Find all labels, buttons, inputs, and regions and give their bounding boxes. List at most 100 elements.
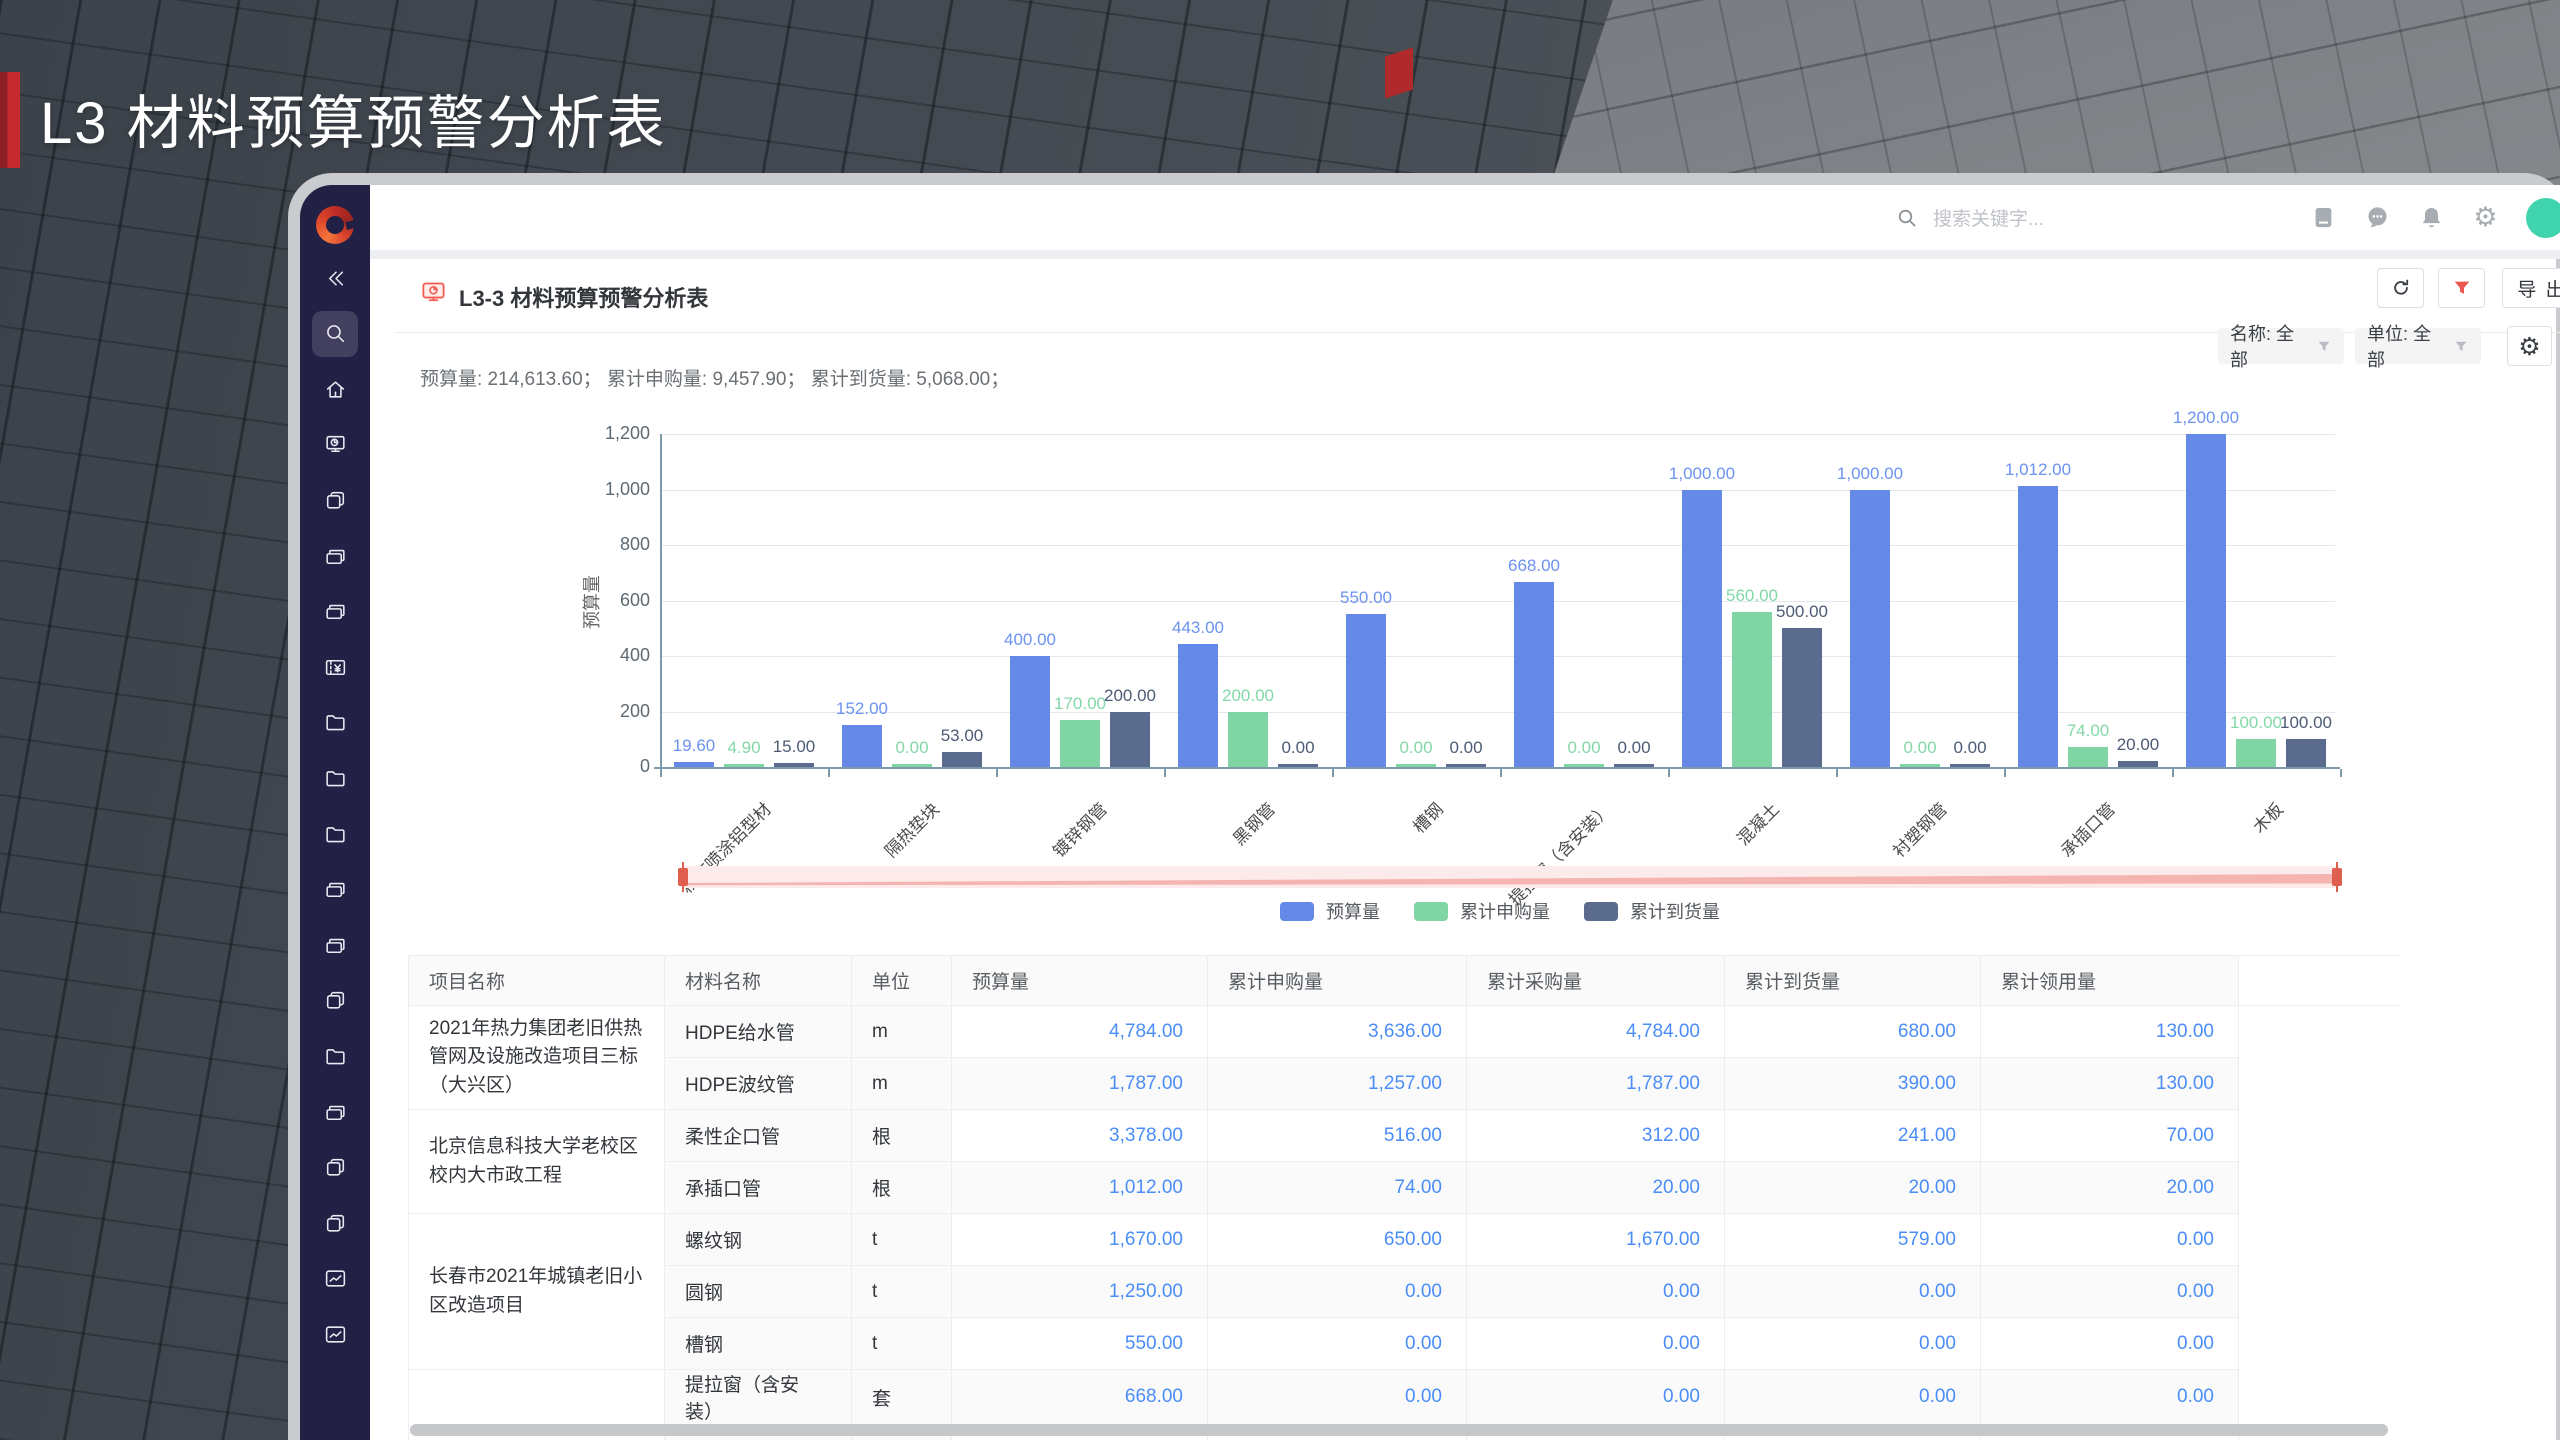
material-cell: HDPE波纹管	[664, 1057, 852, 1110]
book-button[interactable]	[2310, 204, 2337, 231]
filter-chip-unit[interactable]: 单位: 全部	[2355, 324, 2481, 370]
y-tick-label: 800	[619, 534, 650, 554]
sidebar-item-layers[interactable]	[312, 867, 358, 913]
material-cell: 提拉窗（含安装）	[664, 1369, 852, 1425]
chart-datazoom-slider[interactable]	[678, 862, 2342, 892]
column-header[interactable]: 预算量	[951, 955, 1208, 1006]
bar-累计到货量[interactable]	[1446, 764, 1486, 767]
filter-chip-name[interactable]: 名称: 全部	[2218, 324, 2344, 370]
bar-累计申购量[interactable]	[1396, 764, 1436, 767]
row-filler	[2238, 1057, 2400, 1110]
bar-累计到货量[interactable]	[2118, 761, 2158, 767]
global-search[interactable]: 搜索关键字...	[1895, 185, 2044, 250]
funnel-icon	[2455, 341, 2467, 351]
column-header[interactable]: 单位	[851, 955, 952, 1006]
sidebar-item-layers[interactable]	[312, 922, 358, 968]
bar-累计申购量[interactable]	[892, 764, 932, 767]
refresh-button[interactable]	[2377, 268, 2424, 308]
chat-button[interactable]	[2364, 204, 2391, 231]
bar-value-label: 1,000.00	[1836, 463, 1904, 483]
table-row: HDPE波纹管 m 1,787.00 1,257.00 1,787.00 390.00 13…	[409, 1057, 2400, 1110]
export-button[interactable]: 导 出	[2502, 268, 2560, 308]
bar-累计到货量[interactable]	[1950, 764, 1990, 767]
layers-icon	[325, 1105, 345, 1120]
column-header[interactable]: 材料名称	[664, 955, 852, 1006]
sidebar-item-dashboard[interactable]	[312, 422, 358, 468]
bar-累计申购量[interactable]	[1060, 719, 1100, 767]
unit-cell: m	[851, 1057, 952, 1110]
datazoom-right-handle[interactable]	[2332, 862, 2342, 892]
sidebar-item-ticket-yen[interactable]	[312, 644, 358, 690]
value-cell: 3,378.00	[951, 1109, 1208, 1162]
sidebar-item-layers[interactable]	[312, 1089, 358, 1135]
legend-item[interactable]: 预算量	[1280, 898, 1380, 924]
bar-预算量[interactable]	[1178, 644, 1218, 767]
bar-累计到货量[interactable]	[1110, 711, 1150, 767]
bar-累计申购量[interactable]	[1732, 611, 1772, 767]
gear-button[interactable]: ⚙	[2472, 204, 2499, 231]
value-cell: 70.00	[1980, 1109, 2239, 1162]
sidebar-item-copy[interactable]	[312, 1200, 358, 1246]
bar-value-label: 100.00	[2280, 713, 2332, 733]
chart-monitor-icon	[325, 1326, 345, 1343]
sidebar-item-copy[interactable]	[312, 1145, 358, 1191]
filter-button[interactable]	[2438, 268, 2485, 308]
bar-累计到货量[interactable]	[942, 752, 982, 767]
table-header-row: 项目名称 材料名称 单位 预算量 累计申购量 累计采购量 累计到货量 累计领用量	[408, 955, 2400, 1006]
bar-预算量[interactable]	[1850, 489, 1890, 767]
sidebar-item-copy[interactable]	[312, 477, 358, 523]
book-icon	[2315, 207, 2332, 228]
chat-icon	[2368, 207, 2387, 228]
sidebar-item-chart-monitor[interactable]	[312, 1311, 358, 1357]
bar-累计申购量[interactable]	[1564, 764, 1604, 767]
row-filler	[2238, 1109, 2400, 1162]
bar-累计到货量[interactable]	[2286, 739, 2326, 768]
x-axis-tick	[996, 769, 998, 777]
sidebar-item-home[interactable]	[312, 366, 358, 412]
project-cell: 北京信息科技大学老校区校内大市政工程	[408, 1109, 665, 1214]
bar-累计申购量[interactable]	[724, 764, 764, 767]
sidebar-item-copy[interactable]	[312, 978, 358, 1024]
data-table: 项目名称 材料名称 单位 预算量 累计申购量 累计采购量 累计到货量 累计领用量 2021年热力…	[408, 955, 2400, 1440]
bar-累计到货量[interactable]	[774, 762, 814, 767]
value-cell: 390.00	[1724, 1057, 1981, 1110]
column-header[interactable]: 累计到货量	[1724, 955, 1981, 1006]
sidebar-item-layers[interactable]	[312, 533, 358, 579]
bar-累计到货量[interactable]	[1278, 764, 1318, 767]
sidebar-item-folder[interactable]	[312, 811, 358, 857]
copy-icon	[326, 491, 344, 509]
sidebar-item-layers[interactable]	[312, 589, 358, 635]
bar-累计到货量[interactable]	[1782, 628, 1822, 768]
sidebar-item-folder[interactable]	[312, 1033, 358, 1079]
x-axis-tick	[2172, 769, 2174, 777]
legend-label: 累计申购量	[1460, 902, 1550, 922]
sidebar-item-collapse[interactable]	[312, 255, 358, 301]
app-logo-icon[interactable]	[316, 206, 356, 244]
column-header[interactable]: 项目名称	[408, 955, 665, 1006]
legend-item[interactable]: 累计申购量	[1414, 898, 1550, 924]
value-cell: 1,787.00	[951, 1057, 1208, 1110]
sidebar-item-folder[interactable]	[312, 755, 358, 801]
y-tick-label: 1,000	[604, 478, 650, 499]
horizontal-scrollbar[interactable]	[410, 1424, 2388, 1436]
search-icon	[326, 325, 344, 343]
sidebar-item-chart-monitor[interactable]	[312, 1256, 358, 1302]
bar-累计申购量[interactable]	[1900, 764, 1940, 767]
x-axis-tick	[1836, 769, 1838, 777]
avatar[interactable]	[2526, 197, 2560, 238]
legend-item[interactable]: 累计到货量	[1584, 898, 1720, 924]
datazoom-left-handle[interactable]	[678, 862, 688, 892]
column-header[interactable]: 累计申购量	[1207, 955, 1467, 1006]
column-header[interactable]: 累计领用量	[1980, 955, 2239, 1006]
sidebar-item-folder[interactable]	[312, 700, 358, 746]
sidebar-item-search[interactable]	[312, 310, 358, 357]
filter-chip-unit-label: 单位: 全部	[2367, 324, 2432, 370]
bar-预算量[interactable]	[674, 761, 714, 767]
bar-累计申购量[interactable]	[2236, 739, 2276, 768]
column-header[interactable]: 累计采购量	[1466, 955, 1725, 1006]
bar-累计到货量[interactable]	[1614, 764, 1654, 767]
bell-button[interactable]	[2418, 204, 2445, 231]
grid-line	[660, 656, 2335, 657]
bar-预算量[interactable]	[1682, 489, 1722, 767]
table-settings-button[interactable]: ⚙	[2507, 326, 2552, 366]
